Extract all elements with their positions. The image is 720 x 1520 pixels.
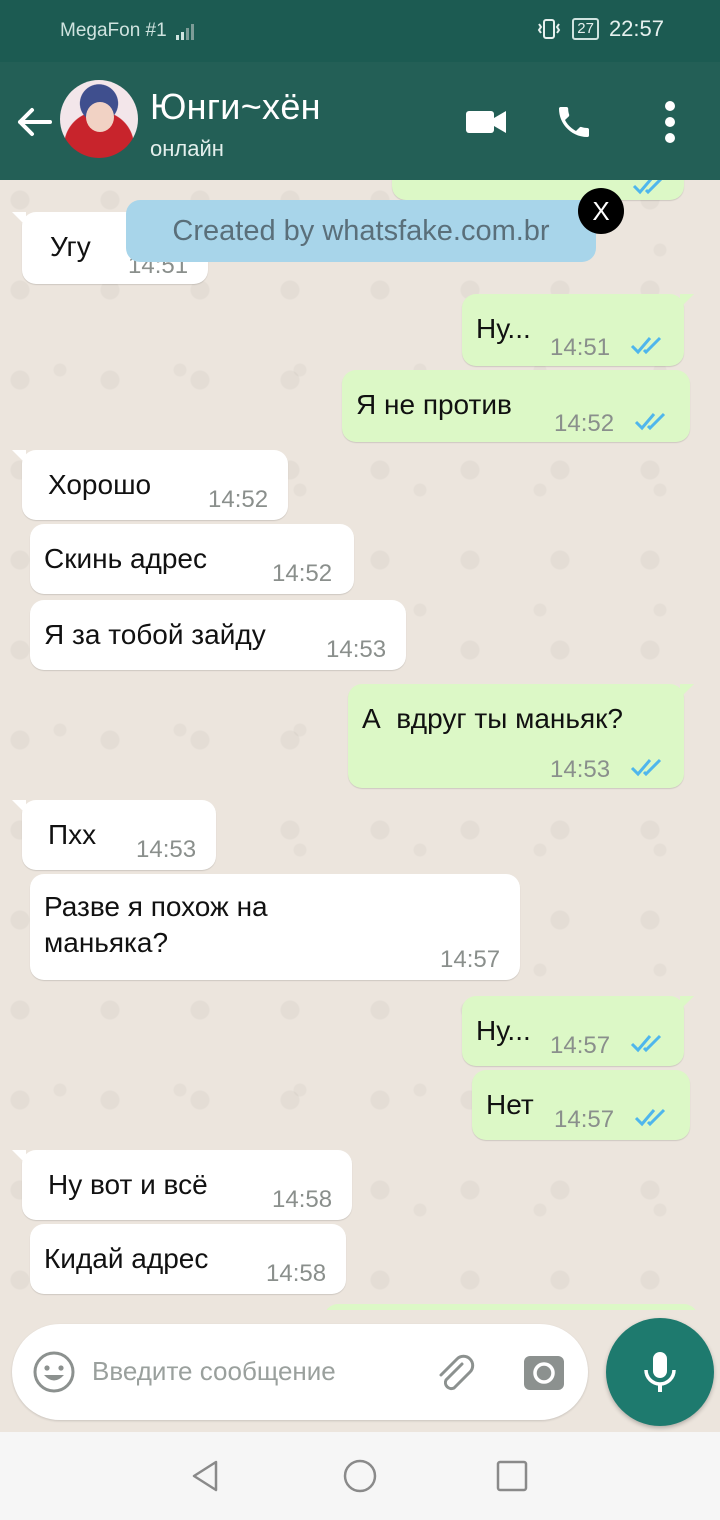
message-input[interactable]: Введите сообщение: [92, 1356, 336, 1387]
system-nav-bar: [0, 1432, 720, 1520]
message-bubble-incoming[interactable]: Я за тобой зайду 14:53: [30, 600, 406, 670]
nav-home-icon[interactable]: [342, 1458, 378, 1494]
status-right: 27 22:57: [536, 16, 664, 42]
message-composer[interactable]: Введите сообщение: [12, 1324, 588, 1420]
signal-icon: [176, 24, 194, 40]
watermark-text: Created by whatsfake.com.br: [172, 214, 550, 247]
message-bubble-outgoing[interactable]: Нет 14:57: [472, 1070, 690, 1140]
contact-status: онлайн: [150, 136, 224, 161]
clock: 22:57: [608, 16, 664, 41]
banner-close-button[interactable]: X: [578, 188, 624, 234]
status-bar: MegaFon #1 27 22:57: [0, 0, 720, 62]
contact-name[interactable]: Юнги~хён: [150, 86, 321, 128]
read-ticks-icon: [632, 180, 663, 195]
video-camera-icon: [466, 111, 506, 133]
video-call-button[interactable]: [462, 98, 510, 146]
attach-icon[interactable]: [432, 1350, 476, 1394]
microphone-icon: [644, 1352, 676, 1392]
contact-avatar[interactable]: [60, 80, 138, 158]
phone-icon: [559, 107, 589, 137]
battery-icon: 27: [572, 18, 599, 40]
carrier-label: MegaFon #1: [60, 20, 167, 41]
back-arrow-icon[interactable]: [14, 102, 54, 142]
more-options-button[interactable]: [646, 98, 694, 146]
message-bubble-incoming[interactable]: Скинь адрес 14:52: [30, 524, 354, 594]
read-ticks-icon: [634, 412, 666, 431]
read-ticks-icon: [634, 1108, 666, 1127]
camera-icon[interactable]: [522, 1350, 566, 1394]
message-bubble-incoming[interactable]: Ну вот и всё 14:58: [12, 1150, 352, 1220]
emoji-icon[interactable]: [32, 1350, 76, 1394]
chat-header: Юнги~хён онлайн: [0, 62, 720, 180]
vibrate-icon: [538, 19, 561, 39]
chat-area[interactable]: Угу 14:51 Ну... 14:51 Я не против 14:52 …: [0, 180, 720, 1310]
message-bubble-outgoing[interactable]: А вдруг ты маньяк? 14:53: [348, 684, 694, 788]
message-bubble-outgoing[interactable]: Ну... 14:51: [462, 294, 694, 366]
message-bubble-partial: [324, 1304, 698, 1310]
voice-call-button[interactable]: [550, 98, 598, 146]
message-bubble-incoming[interactable]: Кидай адрес 14:58: [30, 1224, 346, 1294]
message-bubble-outgoing[interactable]: Я не против 14:52: [342, 370, 690, 442]
message-bubble-incoming[interactable]: Разве я похож на маньяка? 14:57: [30, 874, 520, 980]
message-bubble-incoming[interactable]: Пхх 14:53: [12, 800, 216, 870]
message-bubble-incoming[interactable]: Хорошо 14:52: [12, 450, 288, 520]
watermark-banner: Created by whatsfake.com.br: [126, 200, 596, 262]
read-ticks-icon: [630, 1034, 662, 1053]
nav-back-icon[interactable]: [188, 1458, 224, 1494]
read-ticks-icon: [630, 758, 662, 777]
voice-record-button[interactable]: [606, 1318, 714, 1426]
message-bubble-outgoing[interactable]: Ну... 14:57: [462, 996, 694, 1066]
nav-recents-icon[interactable]: [494, 1458, 530, 1494]
read-ticks-icon: [630, 336, 662, 355]
more-vertical-icon: [665, 101, 675, 143]
message-bubble-partial: [392, 180, 684, 200]
